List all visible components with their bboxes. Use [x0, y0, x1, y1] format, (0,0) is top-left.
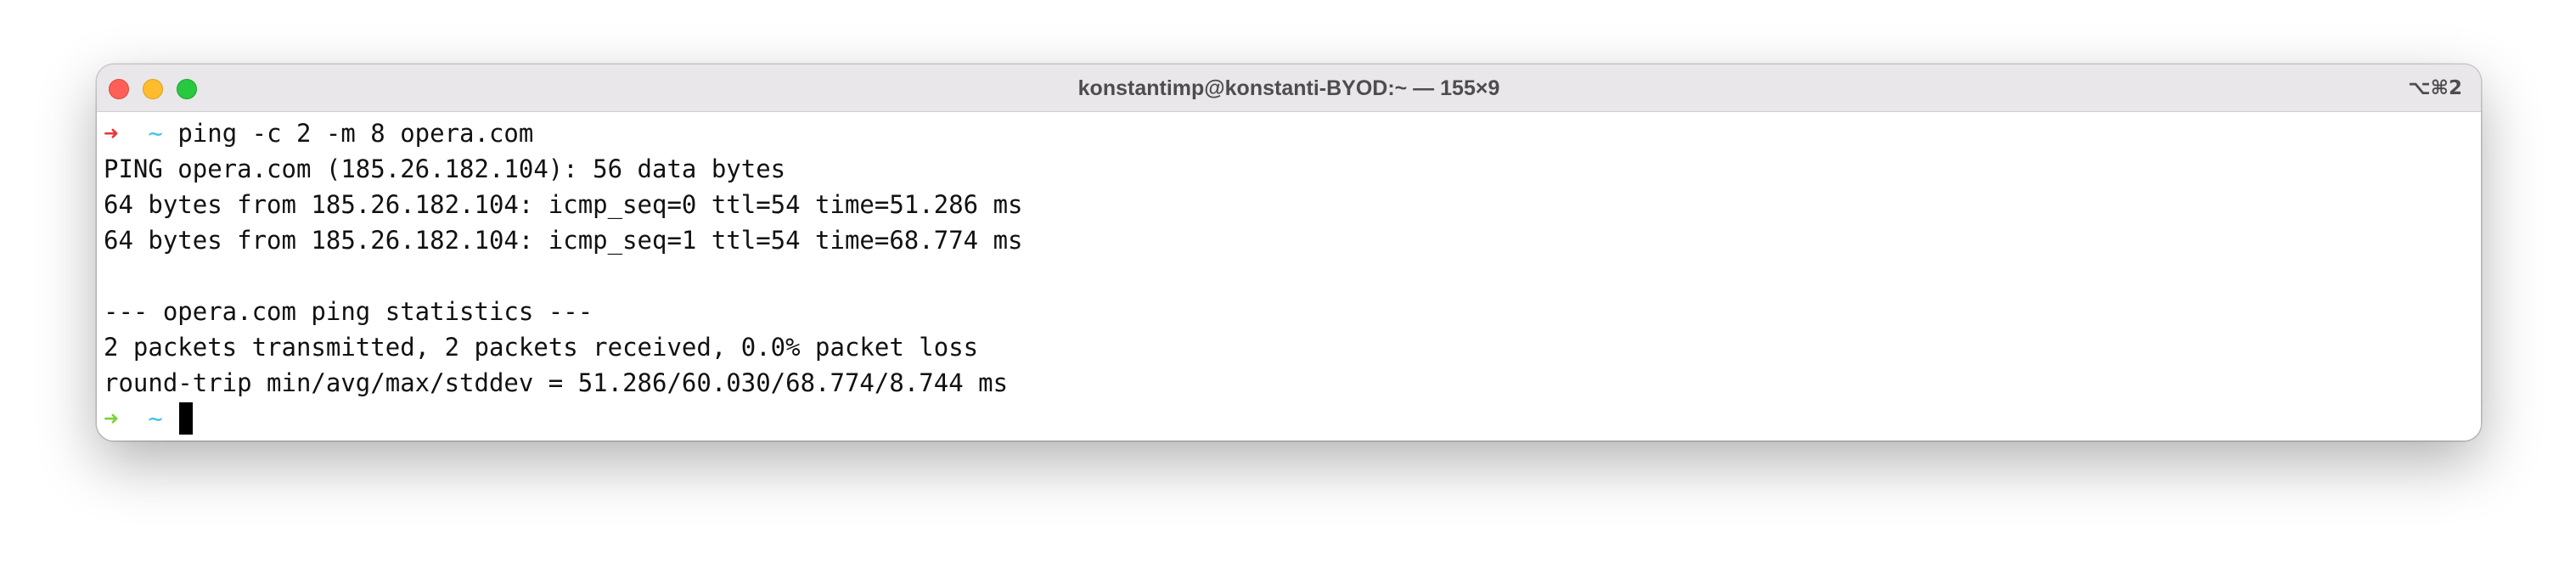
prompt-arrow-error-icon: ➜	[104, 119, 119, 148]
text-cursor	[179, 402, 194, 435]
command-line: ➜ ~ ping -c 2 -m 8 opera.com	[104, 115, 2481, 151]
terminal-window: konstantimp@konstanti-BYOD:~ — 155×9 ⌥⌘2…	[97, 65, 2481, 441]
output-line: 2 packets transmitted, 2 packets receive…	[104, 333, 979, 362]
output-line: PING opera.com (185.26.182.104): 56 data…	[104, 154, 786, 183]
prompt-cwd: ~	[148, 119, 163, 148]
output-line: 64 bytes from 185.26.182.104: icmp_seq=0…	[104, 190, 1023, 219]
output-line: 64 bytes from 185.26.182.104: icmp_seq=1…	[104, 226, 1023, 255]
prompt-cwd: ~	[148, 404, 163, 433]
terminal-output-area[interactable]: ➜ ~ ping -c 2 -m 8 opera.com PING opera.…	[97, 112, 2481, 441]
prompt-arrow-ok-icon: ➜	[104, 404, 119, 433]
active-prompt-line[interactable]: ➜ ~	[104, 401, 2481, 436]
output-line: --- opera.com ping statistics ---	[104, 297, 593, 326]
window-shortcut: ⌥⌘2	[2408, 77, 2462, 99]
title-bar[interactable]: konstantimp@konstanti-BYOD:~ — 155×9 ⌥⌘2	[97, 65, 2481, 112]
command-text: ping -c 2 -m 8 opera.com	[177, 119, 534, 148]
output-line: round-trip min/avg/max/stddev = 51.286/6…	[104, 368, 1009, 397]
window-title: konstantimp@konstanti-BYOD:~ — 155×9	[1077, 76, 1500, 100]
